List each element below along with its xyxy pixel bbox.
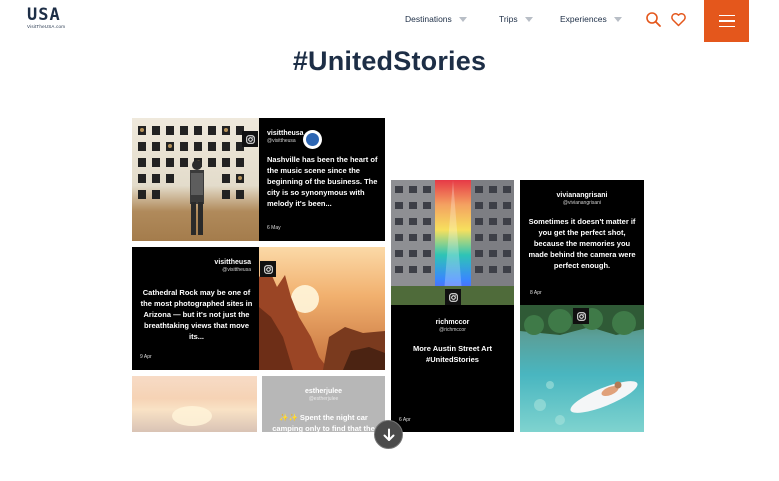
menu-line (718, 20, 735, 22)
post-username: vivianangrisani (556, 192, 608, 199)
chevron-down-icon (613, 16, 622, 22)
post-text: More Austin Street Art #UnitedStories (412, 344, 493, 364)
post-date: 9 Apr (140, 354, 152, 360)
post-date: 6 Apr (399, 417, 411, 423)
heart-icon[interactable] (670, 11, 687, 28)
post-card-estherjulee[interactable]: estherjulee @estherjulee ✨✨ Spent the ni… (262, 376, 385, 432)
post-card-cathedral-rock[interactable]: visittheusa @visittheusa Cathedral Rock … (132, 247, 259, 370)
instagram-icon (242, 131, 258, 147)
post-text: Nashville has been the heart of the musi… (267, 155, 378, 208)
post-handle: @vivianangrisani (562, 200, 602, 206)
post-image-austin[interactable] (391, 180, 514, 305)
post-username: richmccor (435, 319, 470, 326)
post-text: ✨✨ Spent the night car camping only to f… (272, 413, 375, 432)
post-image-nashville[interactable] (132, 118, 259, 241)
site-logo[interactable]: USA VisitTheUSA.com (27, 7, 73, 33)
post-text: Cathedral Rock may be one of the most ph… (140, 288, 253, 341)
post-card-nashville[interactable]: visittheusa @visittheusa Nashville has b… (259, 118, 385, 241)
instagram-icon (573, 308, 589, 324)
nav-experiences-label: Experiences (560, 14, 607, 24)
post-username: visittheusa (267, 130, 304, 137)
avatar (303, 130, 322, 149)
menu-line (718, 25, 735, 28)
post-image-cathedral-rock[interactable] (259, 247, 385, 370)
nav-trips-label: Trips (499, 14, 518, 24)
post-handle: @visittheusa (267, 138, 296, 144)
post-text: Sometimes it doesn't matter if you get t… (528, 217, 636, 270)
search-icon[interactable] (645, 11, 662, 28)
logo-subtitle: VisitTheUSA.com (27, 24, 66, 29)
hamburger-menu-icon[interactable] (704, 0, 749, 42)
post-date: 6 May (267, 225, 281, 231)
post-date: 8 Apr (530, 290, 542, 296)
post-handle: @estherjulee (308, 396, 339, 402)
instagram-icon (260, 261, 276, 277)
nav-trips[interactable]: Trips (499, 14, 533, 24)
nav-destinations[interactable]: Destinations (405, 14, 467, 24)
arrow-down-icon[interactable] (374, 420, 403, 449)
menu-line (718, 14, 735, 17)
post-username: visittheusa (214, 259, 251, 266)
chevron-down-icon (458, 16, 467, 22)
post-image-paddleboard[interactable] (520, 305, 644, 432)
post-image-sunset[interactable] (132, 376, 257, 432)
page-title: #UnitedStories (292, 46, 487, 76)
instagram-icon (445, 289, 461, 305)
post-card-richmccor[interactable]: richmccor @richmccor More Austin Street … (391, 305, 514, 432)
logo-text: USA (27, 5, 61, 25)
post-handle: @richmccor (439, 327, 466, 333)
post-username: estherjulee (305, 388, 342, 395)
chevron-down-icon (524, 16, 533, 22)
post-handle: @visittheusa (222, 267, 251, 273)
nav-experiences[interactable]: Experiences (560, 14, 622, 24)
post-card-vivianangrisani[interactable]: vivianangrisani @vivianangrisani Sometim… (520, 180, 644, 305)
nav-destinations-label: Destinations (405, 14, 452, 24)
